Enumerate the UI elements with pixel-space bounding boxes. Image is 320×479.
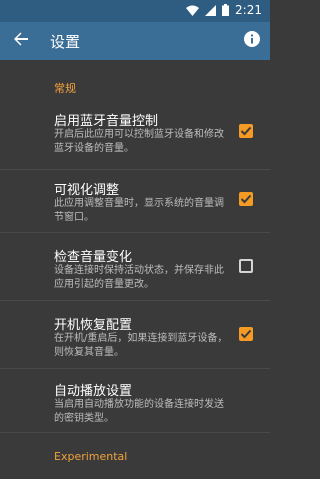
setting-autoplay[interactable]: 自动播放设置 当启用自动播放功能的设备连接时发送的密钥类型。 bbox=[0, 378, 270, 438]
info-icon bbox=[244, 31, 260, 51]
setting-subtitle: 设备连接时保持活动状态，并保存非此应用引起的音量更改。 bbox=[54, 265, 224, 290]
setting-restore-on-boot[interactable]: 开机恢复配置 在开机/重启后，如果连接到蓝牙设备，则恢复其音量。 bbox=[0, 312, 270, 372]
info-button[interactable] bbox=[234, 22, 270, 60]
setting-subtitle: 开启后此应用可以控制蓝牙设备和修改蓝牙设备的音量。 bbox=[54, 129, 224, 154]
checkbox-checked[interactable] bbox=[239, 124, 253, 138]
divider bbox=[0, 368, 270, 369]
status-bar: 2:21 bbox=[0, 0, 270, 22]
checkbox-checked[interactable] bbox=[239, 327, 253, 341]
checkbox-checked[interactable] bbox=[239, 192, 253, 206]
divider bbox=[0, 232, 270, 233]
wifi-icon bbox=[186, 5, 200, 16]
status-time: 2:21 bbox=[235, 3, 262, 17]
signal-icon bbox=[205, 4, 217, 16]
section-header-general: 常规 bbox=[54, 82, 76, 95]
setting-check-volume-change[interactable]: 检查音量变化 设备连接时保持活动状态，并保存非此应用引起的音量更改。 bbox=[0, 244, 270, 304]
setting-subtitle: 当启用自动播放功能的设备连接时发送的密钥类型。 bbox=[54, 399, 224, 424]
back-button[interactable] bbox=[0, 22, 42, 60]
divider bbox=[0, 432, 270, 433]
setting-visual-adjust[interactable]: 可视化调整 此应用调整音量时，显示系统的音量调节窗口。 bbox=[0, 177, 270, 237]
setting-bluetooth-volume-control[interactable]: 启用蓝牙音量控制 开启后此应用可以控制蓝牙设备和修改蓝牙设备的音量。 bbox=[0, 108, 270, 168]
setting-title: 可视化调整 bbox=[54, 183, 120, 198]
setting-title: 自动播放设置 bbox=[54, 384, 133, 399]
setting-title: 开机恢复配置 bbox=[54, 318, 133, 333]
arrow-back-icon bbox=[13, 31, 29, 51]
checkbox-unchecked[interactable] bbox=[239, 259, 253, 273]
section-header-experimental: Experimental bbox=[54, 450, 128, 463]
app-bar: 设置 bbox=[0, 22, 270, 60]
setting-title: 启用蓝牙音量控制 bbox=[54, 114, 159, 129]
page-title: 设置 bbox=[50, 32, 81, 51]
battery-icon bbox=[222, 4, 230, 16]
divider bbox=[0, 300, 270, 301]
divider bbox=[0, 169, 270, 170]
setting-subtitle: 在开机/重启后，如果连接到蓝牙设备，则恢复其音量。 bbox=[54, 333, 228, 358]
setting-title: 检查音量变化 bbox=[54, 250, 133, 265]
setting-subtitle: 此应用调整音量时，显示系统的音量调节窗口。 bbox=[54, 198, 224, 223]
settings-list: 常规 启用蓝牙音量控制 开启后此应用可以控制蓝牙设备和修改蓝牙设备的音量。 可视… bbox=[0, 60, 270, 479]
